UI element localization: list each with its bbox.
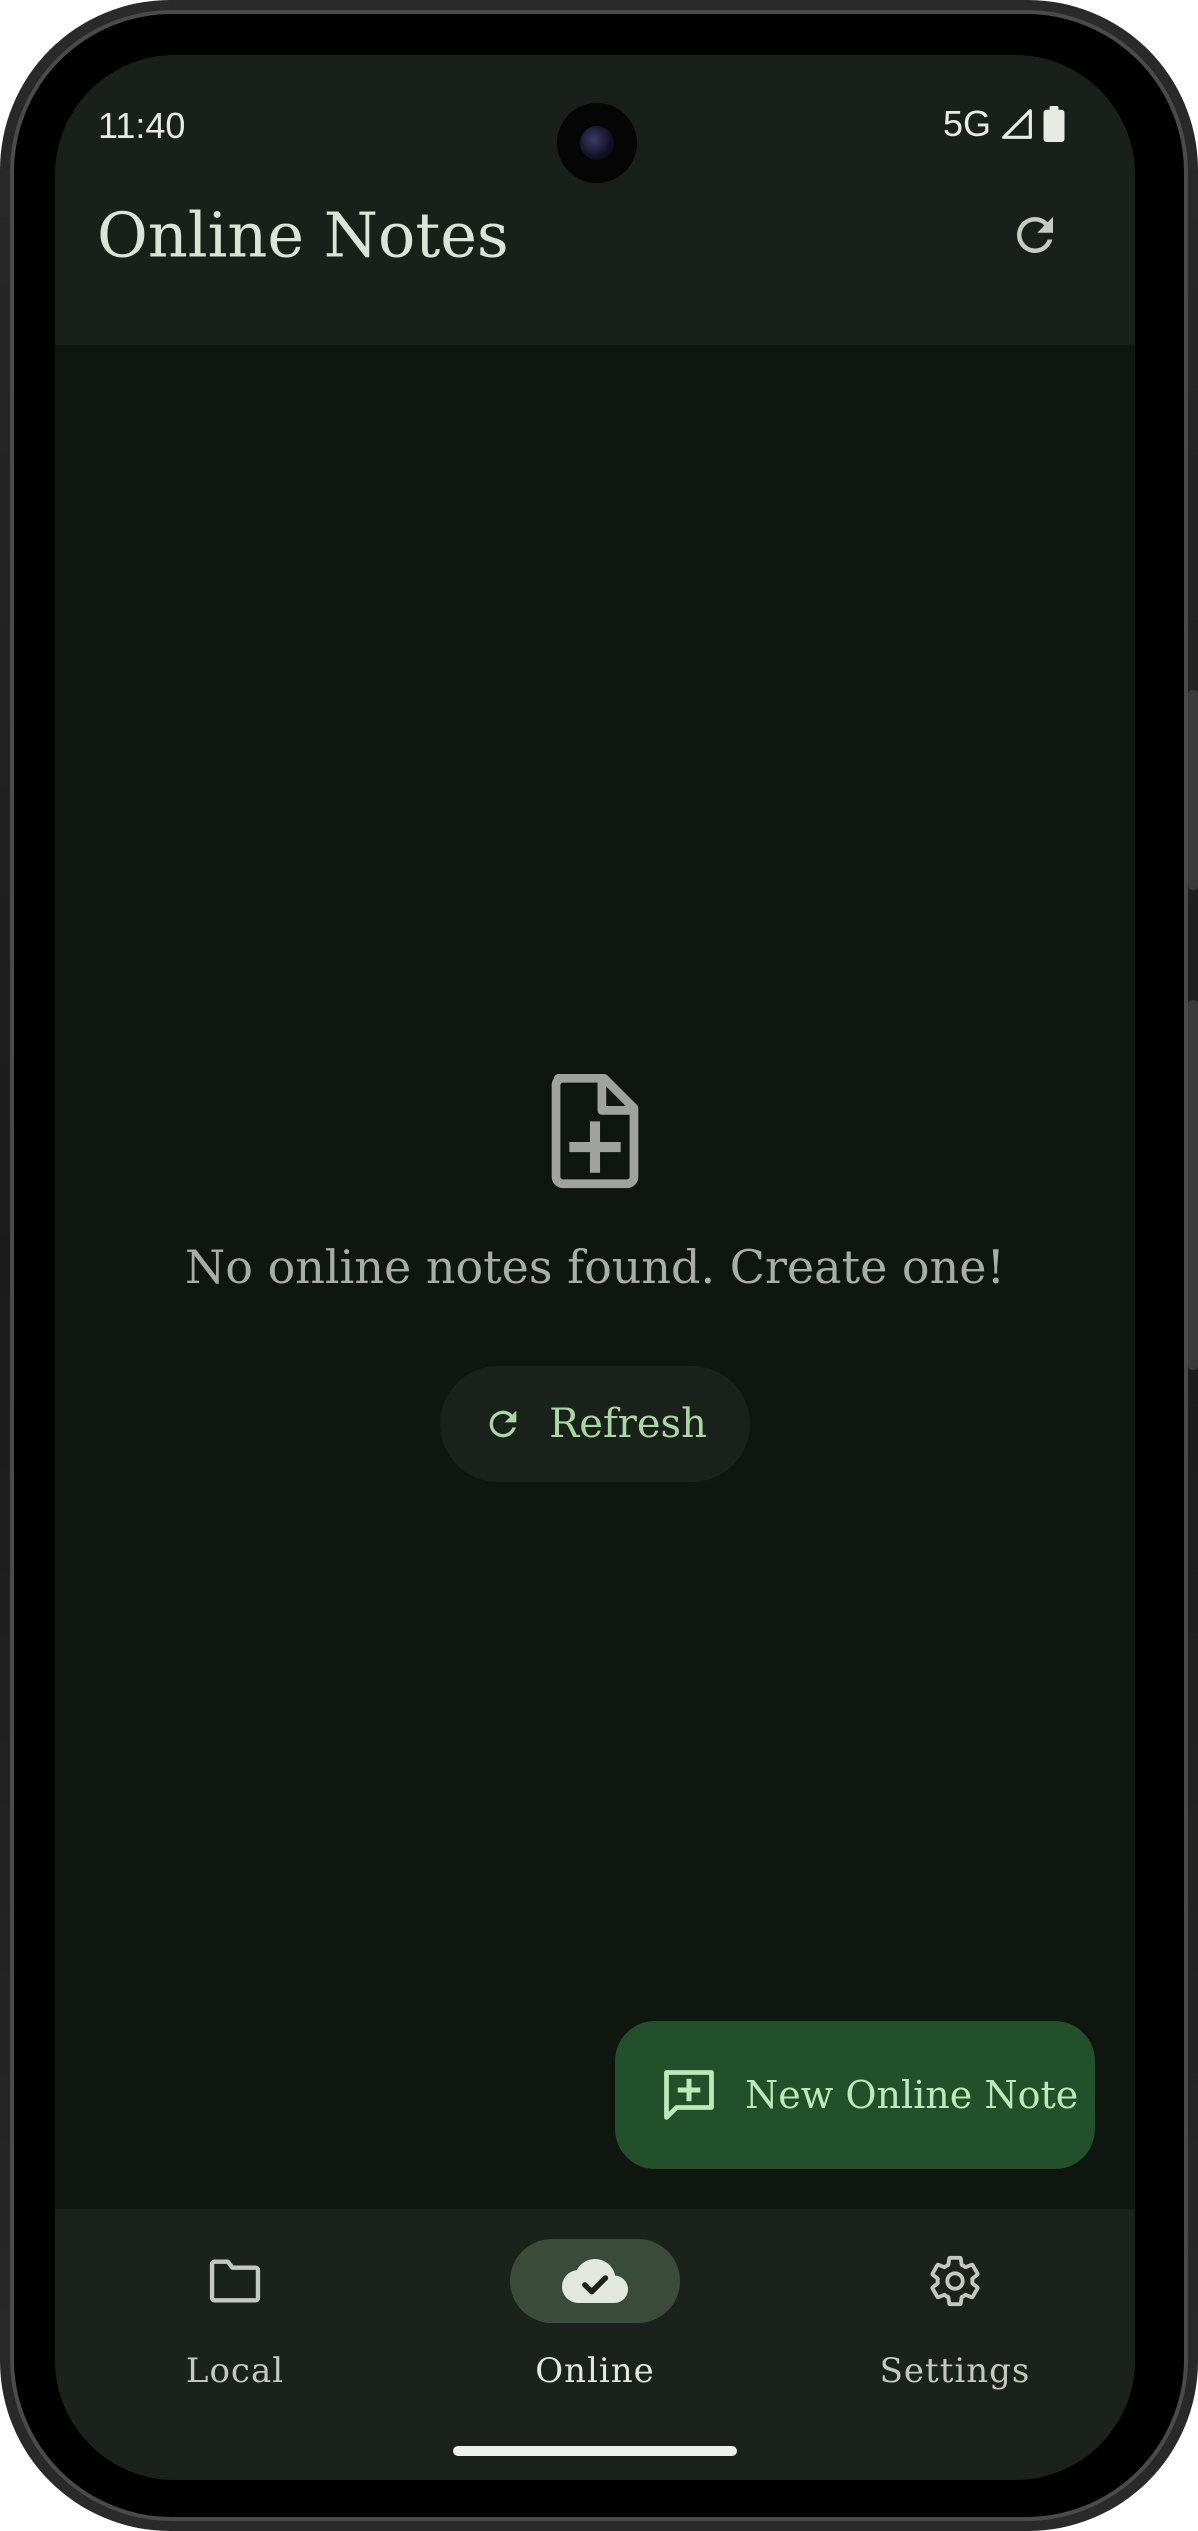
front-camera	[555, 101, 639, 185]
nav-icon-container	[870, 2239, 1040, 2323]
refresh-tonal-button[interactable]: Refresh	[440, 1366, 750, 1482]
nav-item-settings[interactable]: Settings	[805, 2239, 1105, 2399]
signal-icon	[1002, 109, 1032, 139]
nav-icon-container	[150, 2239, 320, 2323]
screen: 11:40 5G Online Notes No online notes fo…	[55, 55, 1135, 2480]
gear-icon	[930, 2255, 980, 2307]
bottom-navigation: Local Online Settings	[55, 2209, 1135, 2480]
add-comment-icon	[664, 2070, 714, 2120]
nav-item-online[interactable]: Online	[445, 2239, 745, 2399]
status-indicators: 5G	[943, 103, 1065, 145]
new-online-note-button[interactable]: New Online Note	[615, 2021, 1095, 2169]
nav-label-online: Online	[535, 2351, 655, 2391]
status-time: 11:40	[98, 105, 186, 146]
nav-label-local: Local	[185, 2351, 285, 2391]
cloud-done-icon	[562, 2259, 628, 2303]
refresh-button[interactable]	[1000, 200, 1070, 270]
nav-label-settings: Settings	[879, 2351, 1031, 2391]
nav-active-indicator	[510, 2239, 680, 2323]
refresh-button-label: Refresh	[549, 1401, 707, 1447]
volume-button	[1188, 690, 1198, 890]
battery-icon	[1043, 106, 1065, 142]
empty-state-message: No online notes found. Create one!	[185, 1240, 1005, 1294]
device-frame: 11:40 5G Online Notes No online notes fo…	[0, 0, 1198, 2531]
folder-icon	[209, 2259, 261, 2303]
refresh-icon	[489, 1410, 517, 1438]
top-app-bar: 11:40 5G Online Notes	[55, 55, 1135, 345]
page-title: Online Notes	[97, 198, 509, 272]
refresh-icon	[1016, 216, 1053, 253]
note-add-icon	[551, 1073, 639, 1189]
nav-item-local[interactable]: Local	[85, 2239, 385, 2399]
fab-label: New Online Note	[745, 2073, 1079, 2117]
home-indicator[interactable]	[453, 2446, 737, 2456]
network-type: 5G	[942, 103, 991, 144]
power-button	[1188, 1000, 1198, 1370]
